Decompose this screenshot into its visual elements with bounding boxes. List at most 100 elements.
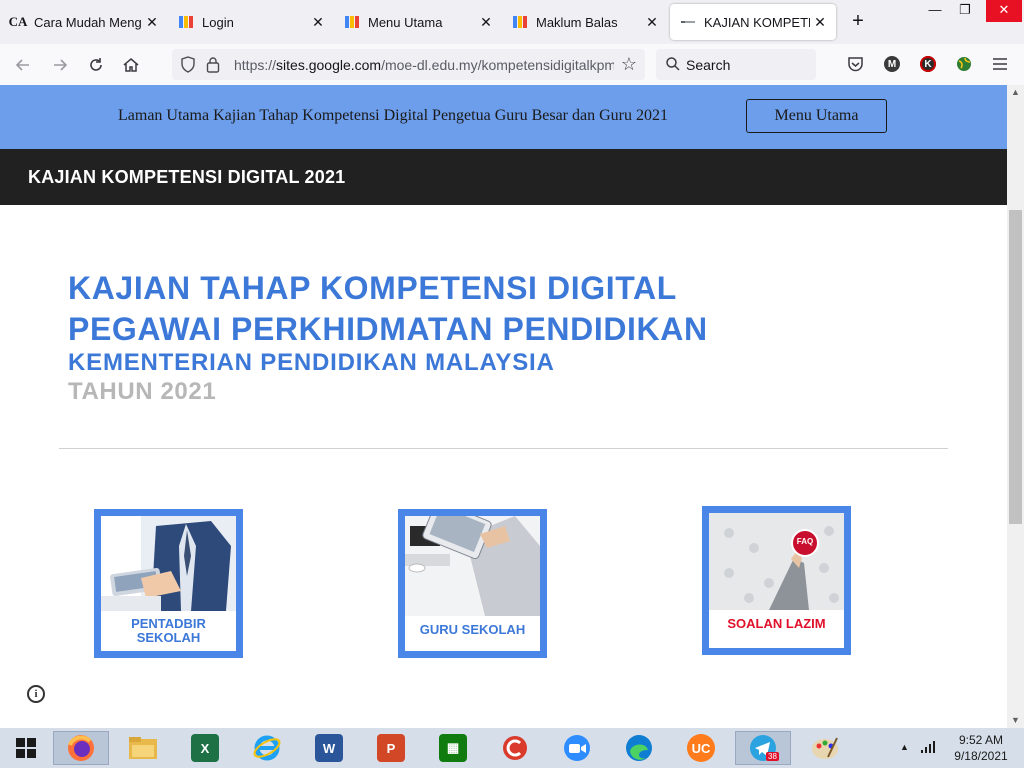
restore-icon[interactable]: ❐ [948, 0, 982, 22]
page-viewport: Laman Utama Kajian Tahap Kompetensi Digi… [0, 85, 1007, 728]
tab-title: Menu Utama [368, 14, 443, 30]
reload-icon[interactable] [85, 54, 107, 76]
taskbar-powerpoint[interactable]: P [363, 731, 419, 765]
address-bar[interactable]: https://sites.google.com/moe-dl.edu.my/k… [172, 49, 645, 80]
bookmark-star-icon[interactable]: ☆ [621, 54, 637, 75]
shield-icon[interactable] [180, 56, 196, 78]
tab-title: KAJIAN KOMPETENS [704, 14, 810, 30]
scrollbar-thumb[interactable] [1009, 210, 1022, 524]
telegram-unread-badge: 38 [766, 752, 779, 761]
internet-explorer-icon [253, 735, 281, 761]
close-tab-icon[interactable]: ✕ [642, 14, 662, 31]
tab-login[interactable]: Login ✕ [168, 4, 334, 40]
taskbar-edge[interactable] [611, 731, 667, 765]
card-label-line-1: SOALAN LAZIM [727, 616, 826, 631]
close-tab-icon[interactable]: ✕ [810, 14, 830, 31]
paint-palette-icon [812, 737, 838, 759]
windows-logo-icon [16, 738, 36, 758]
windows-taskbar: X W P ▦ UC 38 ▲ 9:52 AM 9/18/2021 [0, 728, 1024, 768]
url-text[interactable]: https://sites.google.com/moe-dl.edu.my/k… [234, 57, 614, 73]
tab-kajian-kompetensi[interactable]: KAJIAN KOMPETENS ✕ [670, 4, 836, 40]
tab-menu-utama[interactable]: Menu Utama ✕ [334, 4, 502, 40]
close-tab-icon[interactable]: ✕ [142, 14, 162, 31]
taskbar-internet-explorer[interactable] [239, 731, 295, 765]
taskbar-firefox[interactable] [53, 731, 109, 765]
heading-line-1: KAJIAN TAHAP KOMPETENSI DIGITAL [68, 270, 677, 306]
card-label: SOALAN LAZIM [709, 617, 844, 631]
tab-title: Maklum Balas [536, 14, 618, 30]
taskbar-paint[interactable] [797, 731, 853, 765]
forms-favicon-icon [178, 14, 194, 30]
info-icon[interactable]: i [27, 685, 45, 703]
url-domain: sites.google.com [276, 57, 382, 73]
excel-icon: X [191, 734, 219, 762]
tab-cara-mudah[interactable]: CA Cara Mudah Mengisi ✕ [0, 4, 168, 40]
forms-favicon-icon [512, 14, 528, 30]
tab-strip: CA Cara Mudah Mengisi ✕ Login ✕ Menu Uta… [0, 0, 1024, 44]
announcement-text: Laman Utama Kajian Tahap Kompetensi Digi… [118, 107, 668, 124]
heading-line-3: KEMENTERIAN PENDIDIKAN MALAYSIA [68, 349, 555, 376]
extension-k-icon[interactable]: K [920, 56, 936, 72]
show-hidden-icons-chevron-icon[interactable]: ▲ [900, 742, 909, 752]
forms-favicon-icon [344, 14, 360, 30]
close-tab-icon[interactable]: ✕ [308, 14, 328, 31]
navigation-toolbar: https://sites.google.com/moe-dl.edu.my/k… [0, 44, 1024, 86]
menu-utama-button[interactable]: Menu Utama [746, 99, 887, 133]
extension-m-icon[interactable]: M [884, 56, 900, 72]
search-bar[interactable]: Search [656, 49, 816, 80]
taskbar-uc-browser[interactable]: UC [673, 731, 729, 765]
card-label: GURU SEKOLAH [405, 623, 540, 637]
firefox-icon [68, 735, 94, 761]
clock-time: 9:52 AM [958, 733, 1004, 747]
tab-maklum-balas[interactable]: Maklum Balas ✕ [502, 4, 668, 40]
card-pentadbir-sekolah[interactable]: PENTADBIR SEKOLAH [94, 509, 243, 658]
scroll-down-arrow-icon[interactable]: ▼ [1007, 713, 1024, 727]
close-tab-icon[interactable]: ✕ [476, 14, 496, 31]
scroll-up-arrow-icon[interactable]: ▲ [1007, 85, 1024, 99]
extension-globe-icon[interactable] [955, 55, 973, 78]
ccleaner-icon [503, 736, 527, 760]
back-arrow-icon[interactable] [12, 54, 34, 76]
home-icon[interactable] [120, 54, 142, 76]
pocket-icon[interactable] [847, 56, 864, 77]
store-icon: ▦ [439, 734, 467, 762]
uc-browser-icon: UC [687, 734, 715, 762]
clock-date: 9/18/2021 [954, 749, 1008, 763]
tab-title: Login [202, 14, 234, 30]
url-path: /moe-dl.edu.my/kompetensidigitalkpm [381, 57, 614, 73]
network-signal-icon[interactable] [920, 740, 936, 759]
ca-favicon-icon: CA [8, 14, 28, 29]
card-guru-sekolah[interactable]: GURU SEKOLAH [398, 509, 547, 658]
card-soalan-lazim[interactable]: FAQ SOALAN LAZIM [702, 506, 851, 655]
lock-icon[interactable] [206, 56, 220, 78]
taskbar-ccleaner[interactable] [487, 731, 543, 765]
site-header: KAJIAN KOMPETENSI DIGITAL 2021 [0, 149, 1007, 205]
search-icon [665, 56, 681, 77]
sites-favicon-icon [680, 14, 696, 30]
heading-line-2: PEGAWAI PERKHIDMATAN PENDIDIKAN [68, 311, 708, 347]
site-title[interactable]: KAJIAN KOMPETENSI DIGITAL 2021 [28, 167, 345, 188]
edge-icon [626, 735, 652, 761]
zoom-icon [564, 735, 590, 761]
taskbar-telegram[interactable]: 38 [735, 731, 791, 765]
start-button[interactable] [0, 731, 52, 765]
taskbar-store[interactable]: ▦ [425, 731, 481, 765]
forward-arrow-icon[interactable] [49, 54, 71, 76]
powerpoint-icon: P [377, 734, 405, 762]
tab-title: Cara Mudah Mengisi [34, 14, 142, 30]
taskbar-file-explorer[interactable] [115, 731, 171, 765]
new-tab-button[interactable]: + [848, 10, 868, 32]
heading-line-4: TAHUN 2021 [68, 378, 217, 405]
search-placeholder: Search [686, 57, 731, 73]
folder-icon [129, 737, 157, 759]
taskbar-word[interactable]: W [301, 731, 357, 765]
menu-hamburger-icon[interactable] [992, 57, 1008, 76]
taskbar-zoom[interactable] [549, 731, 605, 765]
url-prefix: https:// [234, 57, 277, 73]
minimize-icon[interactable]: — [918, 0, 952, 22]
system-clock[interactable]: 9:52 AM 9/18/2021 [946, 732, 1016, 764]
divider [59, 448, 948, 449]
window-close-icon[interactable]: ✕ [986, 0, 1022, 22]
taskbar-excel[interactable]: X [177, 731, 233, 765]
card-label-line-1: GURU SEKOLAH [419, 622, 526, 637]
